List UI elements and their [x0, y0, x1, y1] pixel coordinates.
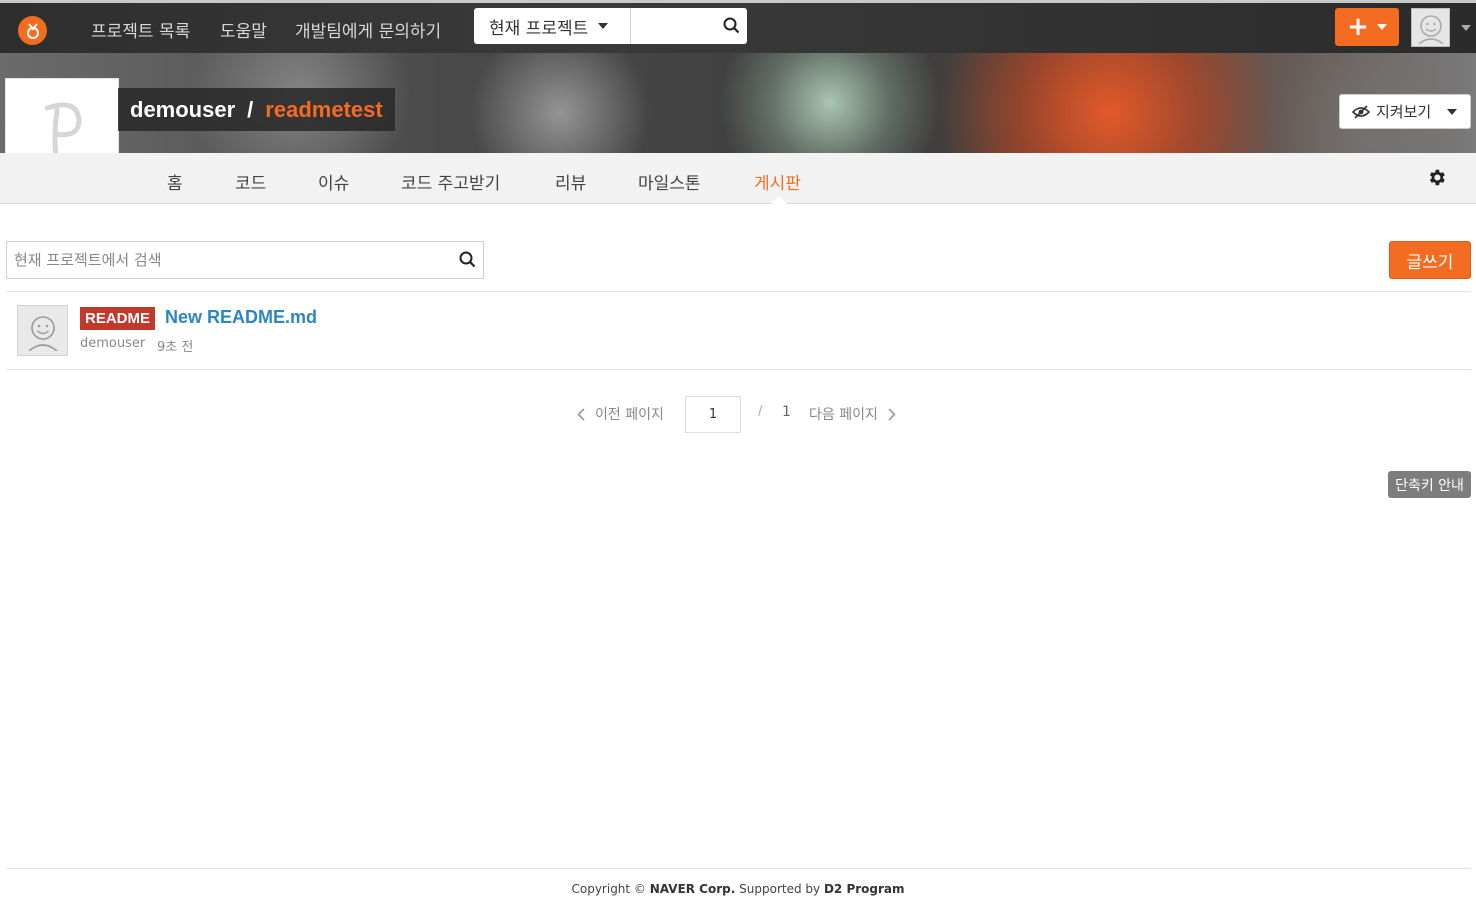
tab-pull-requests[interactable]: 코드 주고받기 — [401, 169, 500, 194]
project-path-separator: / — [247, 96, 254, 122]
write-post-button[interactable]: 글쓰기 — [1389, 241, 1471, 279]
post-author-avatar[interactable] — [17, 305, 68, 356]
tab-code[interactable]: 코드 — [235, 169, 266, 194]
footer-copyright: Copyright © — [571, 882, 646, 896]
footer: Copyright © NAVER Corp. Supported by D2 … — [0, 882, 1476, 896]
nav-help[interactable]: 도움말 — [220, 17, 267, 42]
chevron-left-icon — [577, 407, 585, 421]
pagination-next-label: 다음 페이지 — [809, 407, 878, 423]
project-name-link[interactable]: readmetest — [265, 97, 382, 123]
chevron-down-icon — [1447, 108, 1458, 115]
chevron-down-icon[interactable] — [1461, 25, 1471, 31]
chevron-down-icon — [598, 23, 609, 29]
project-menu — [0, 153, 1476, 204]
watch-button[interactable]: 지켜보기 — [1339, 94, 1471, 129]
pagination-slash: / — [758, 404, 763, 419]
footer-supported-by: Supported by — [739, 882, 821, 896]
project-title: demouser / readmetest — [118, 88, 395, 131]
create-new-button[interactable]: + — [1335, 8, 1399, 46]
post-title-link[interactable]: New README.md — [165, 307, 317, 328]
post-timestamp: 9초 전 — [157, 340, 194, 355]
pagination-next-button[interactable]: 다음 페이지 — [809, 404, 896, 424]
tab-milestones[interactable]: 마일스톤 — [638, 169, 701, 194]
nav-contact-dev-team[interactable]: 개발팀에게 문의하기 — [295, 17, 441, 42]
pagination-prev-label: 이전 페이지 — [595, 407, 664, 423]
tab-home[interactable]: 홈 — [167, 169, 183, 194]
yobi-logo-icon[interactable] — [18, 16, 47, 45]
chevron-right-icon — [888, 407, 896, 421]
nav-project-list[interactable]: 프로젝트 목록 — [91, 17, 190, 42]
eye-slash-icon — [1352, 104, 1370, 119]
footer-divider — [6, 868, 1471, 869]
gear-icon[interactable] — [1426, 167, 1447, 192]
board-search-input[interactable] — [6, 241, 484, 279]
keyboard-shortcuts-button[interactable]: 단축키 안내 — [1388, 471, 1471, 498]
pagination-total-pages: 1 — [782, 404, 791, 420]
active-tab-indicator — [771, 196, 787, 204]
list-divider-top — [6, 291, 1471, 292]
watch-label: 지켜보기 — [1376, 103, 1432, 121]
footer-program-link[interactable]: D2 Program — [824, 882, 905, 896]
footer-company: NAVER Corp. — [649, 882, 736, 896]
search-scope-dropdown[interactable]: 현재 프로젝트 — [474, 8, 631, 44]
user-avatar[interactable] — [1411, 8, 1450, 47]
tab-issues[interactable]: 이슈 — [318, 169, 349, 194]
user-face-icon — [27, 315, 58, 351]
user-face-icon — [1417, 14, 1444, 44]
plus-icon: + — [1347, 12, 1369, 42]
chevron-down-icon — [1376, 24, 1387, 30]
search-icon[interactable] — [723, 17, 740, 38]
post-readme-label[interactable]: README — [80, 307, 156, 330]
tab-board[interactable]: 게시판 — [754, 169, 801, 194]
project-owner-link[interactable]: demouser — [130, 97, 235, 123]
search-icon[interactable] — [459, 251, 476, 272]
search-scope-label: 현재 프로젝트 — [489, 18, 589, 39]
pagination-prev-button[interactable]: 이전 페이지 — [577, 404, 664, 424]
post-author-link[interactable]: demouser — [80, 336, 145, 351]
list-divider-bottom — [6, 369, 1471, 370]
tab-review[interactable]: 리뷰 — [555, 169, 586, 194]
pagination-page-input[interactable] — [685, 396, 741, 433]
